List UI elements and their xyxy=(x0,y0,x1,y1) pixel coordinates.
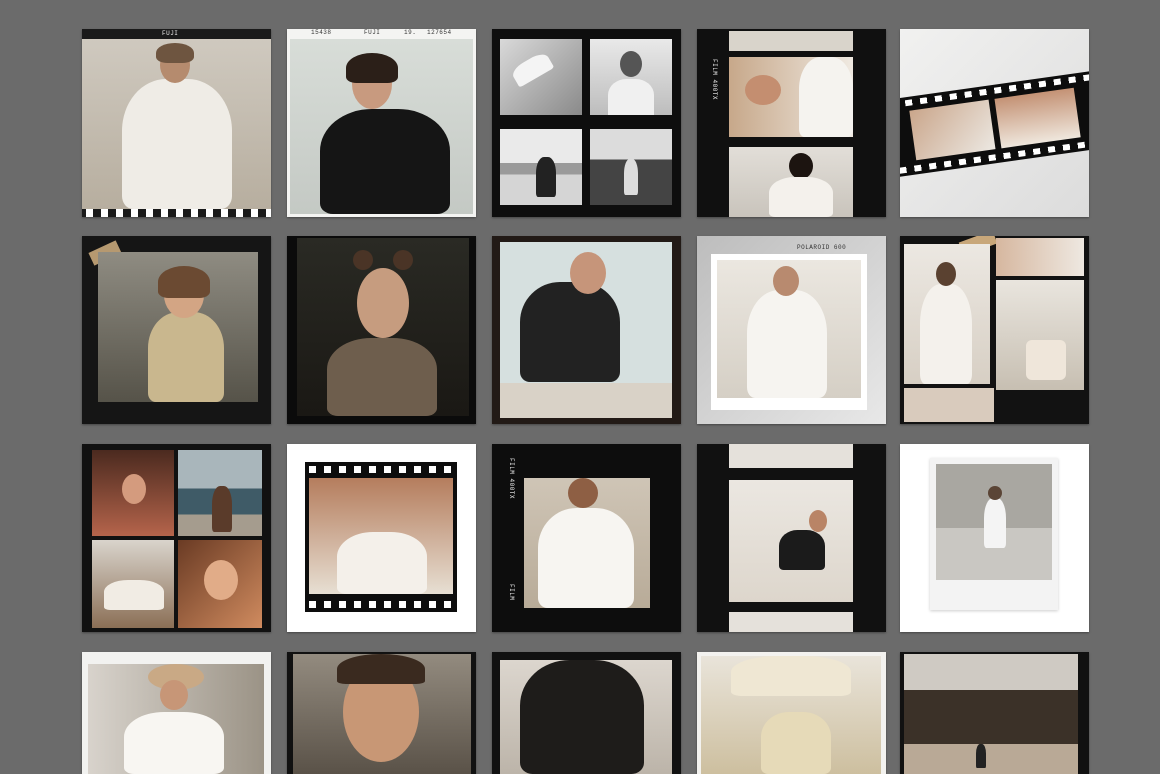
film-strip-tilted xyxy=(900,70,1089,178)
photo-frame-17[interactable] xyxy=(287,652,476,774)
photo-woman-earrings xyxy=(293,654,471,774)
photo-frame-6[interactable] xyxy=(82,236,271,424)
photo-cream-skirt xyxy=(701,656,881,774)
film-strip xyxy=(305,462,457,612)
photo-woman-red-light xyxy=(92,450,174,536)
photo-top-strip xyxy=(729,444,853,468)
photo-interior-room xyxy=(996,280,1084,390)
photo-woman-chair xyxy=(729,480,853,602)
photo-frame-5[interactable] xyxy=(900,29,1089,217)
photo-frame-1[interactable]: FUJI xyxy=(82,29,271,217)
photo-hands-white-shirt xyxy=(729,57,853,137)
photo-frame-3[interactable] xyxy=(492,29,681,217)
photo-woman-subway xyxy=(98,252,258,402)
photo-bottom-strip xyxy=(729,612,853,632)
photo-woman-hat xyxy=(88,664,264,774)
film-label: FILM xyxy=(508,584,515,601)
photo-frame-11[interactable] xyxy=(82,444,271,632)
photo-woman-black-dress xyxy=(290,39,473,214)
photo-hands-rings xyxy=(909,99,996,161)
photo-woman-hands-face xyxy=(297,238,469,416)
photo-dark-shirt xyxy=(500,660,672,774)
photo-frame-16[interactable] xyxy=(82,652,271,774)
photo-frame-18[interactable] xyxy=(492,652,681,774)
film-sprockets xyxy=(82,209,271,217)
photo-woman-ocean xyxy=(178,450,262,536)
photo-frame-7[interactable] xyxy=(287,236,476,424)
photo-hands-white-shirt xyxy=(729,31,853,51)
film-label: FUJI xyxy=(162,30,179,37)
film-label: FILM 400TX xyxy=(711,59,718,101)
photo-bw-portrait xyxy=(590,39,672,115)
photo-frame-14[interactable] xyxy=(697,444,886,632)
photo-coastal-cliff xyxy=(904,654,1078,774)
film-label: POLAROID 600 xyxy=(797,244,847,251)
photo-woman-white-dress-polaroid xyxy=(711,254,867,410)
photo-frame-2[interactable]: 15438 FUJI 19. 127654 xyxy=(287,29,476,217)
film-sprockets xyxy=(305,466,457,473)
photo-shoulder-necklace xyxy=(996,238,1084,276)
photo-frame-19[interactable] xyxy=(697,652,886,774)
film-sprockets xyxy=(305,601,457,608)
frame-number-label: 15438 xyxy=(311,29,332,36)
template-gallery-grid: FUJI 15438 FUJI 19. 127654 FILM 400TX PO… xyxy=(0,0,1160,774)
photo-bw-surfboard xyxy=(500,39,582,115)
photo-bw-beach xyxy=(500,129,582,205)
photo-frame-13[interactable]: FILM 400TX FILM xyxy=(492,444,681,632)
photo-frame-4[interactable]: FILM 400TX xyxy=(697,29,886,217)
frame-number-label: 19. xyxy=(404,29,417,36)
photo-bottom-detail xyxy=(904,388,994,422)
photo-woman-sunlit xyxy=(178,540,262,628)
photo-necklace xyxy=(994,87,1081,149)
film-label: FUJI xyxy=(364,29,381,36)
frame-number-label: 127654 xyxy=(427,29,452,36)
photo-frame-12[interactable] xyxy=(287,444,476,632)
photo-necklace-white-top xyxy=(309,478,453,594)
photo-frame-9[interactable]: POLAROID 600 xyxy=(697,236,886,424)
film-label: FILM 400TX xyxy=(508,458,515,500)
photo-frame-15[interactable] xyxy=(900,444,1089,632)
photo-back-white-dress xyxy=(729,147,853,217)
photo-woman-white-blouse xyxy=(524,478,650,608)
photo-woman-leather-jacket xyxy=(500,242,672,418)
photo-frame-10[interactable] xyxy=(900,236,1089,424)
photo-frame-8[interactable] xyxy=(492,236,681,424)
photo-woman-robe xyxy=(904,244,990,384)
photo-woman-beige-coat xyxy=(82,39,271,209)
photo-frame-20[interactable] xyxy=(900,652,1089,774)
photo-bw-palm-road xyxy=(590,129,672,205)
photo-couple-boat xyxy=(92,540,174,628)
photo-polaroid-street xyxy=(930,458,1058,610)
